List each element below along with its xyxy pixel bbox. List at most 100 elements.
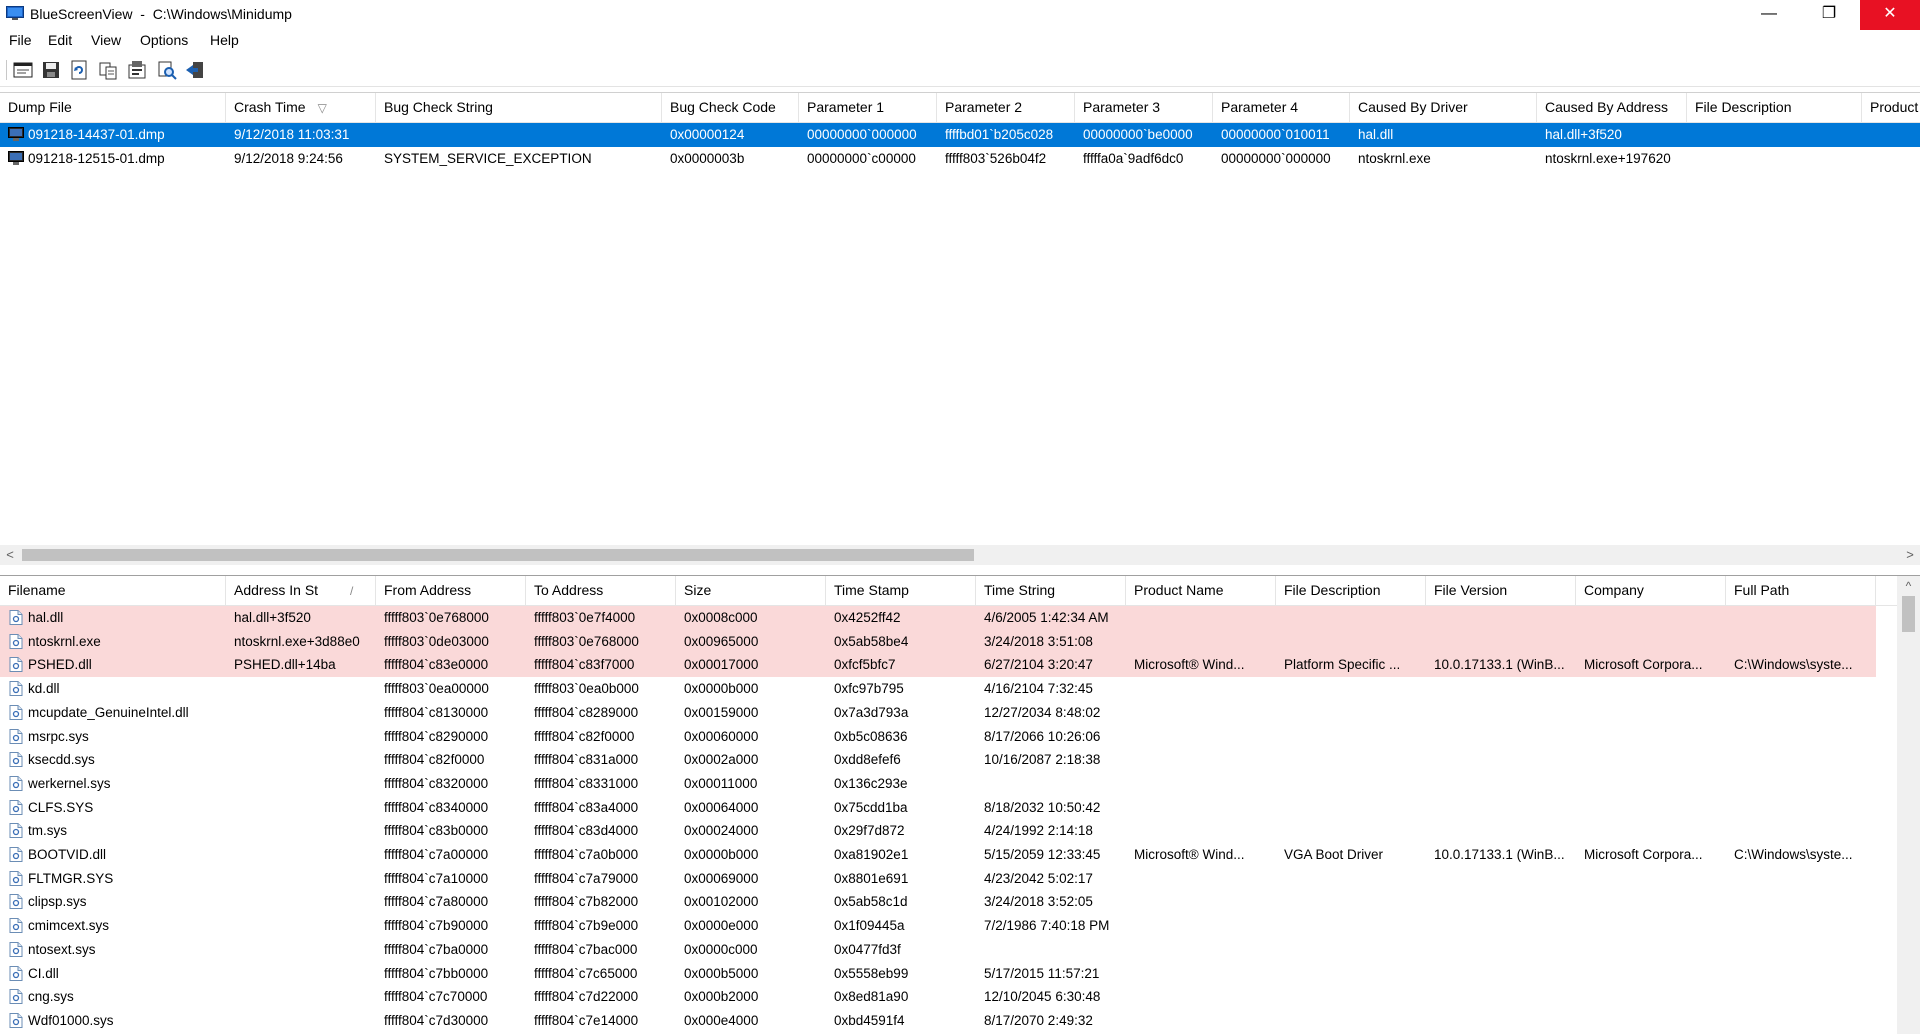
- copy-icon[interactable]: [97, 59, 119, 81]
- scrollbar-thumb[interactable]: [22, 549, 974, 561]
- col-size[interactable]: Size: [676, 576, 826, 605]
- cell-full-path: [1734, 914, 1876, 938]
- col-parameter-4[interactable]: Parameter 4: [1213, 93, 1350, 122]
- cell-full-path: [1734, 890, 1876, 914]
- scroll-up-icon[interactable]: ^: [1897, 576, 1920, 596]
- col-full-path[interactable]: Full Path: [1726, 576, 1876, 605]
- cell-size: 0x00069000: [684, 870, 759, 886]
- col-address-in-stack[interactable]: Address In St /: [226, 576, 376, 605]
- col-file-description[interactable]: File Description: [1687, 93, 1862, 122]
- driver-row[interactable]: ntoskrnl.exe ntoskrnl.exe+3d88e0 fffff803`…: [0, 629, 1920, 654]
- vertical-scrollbar[interactable]: ^: [1897, 576, 1920, 1034]
- save-icon[interactable]: [40, 59, 62, 81]
- close-button[interactable]: ✕: [1860, 0, 1920, 30]
- cell-time-string: 8/17/2066 10:26:06: [984, 728, 1101, 744]
- driver-row[interactable]: BOOTVID.dll fffff804`c7a00000 fffff804`c7a…: [0, 843, 1920, 867]
- driver-row[interactable]: clipsp.sys fffff804`c7a80000 fffff804`c7b8…: [0, 890, 1920, 914]
- cell-file-version: [1434, 772, 1576, 796]
- driver-row[interactable]: cng.sys fffff804`c7c70000 fffff804`c7d2200…: [0, 985, 1920, 1009]
- menu-bar: File Edit View Options Help: [0, 30, 1920, 52]
- col-caused-by-address[interactable]: Caused By Address: [1537, 93, 1687, 122]
- col-bug-check-string[interactable]: Bug Check String: [376, 93, 662, 122]
- driver-row[interactable]: mcupdate_GenuineIntel.dll fffff804`c81300…: [0, 701, 1920, 725]
- scroll-right-icon[interactable]: >: [1900, 545, 1920, 565]
- col-file-description[interactable]: File Description: [1276, 576, 1426, 605]
- horizontal-scrollbar[interactable]: < >: [0, 545, 1920, 565]
- col-bug-check-code[interactable]: Bug Check Code: [662, 93, 799, 122]
- column-label: Filename: [8, 582, 66, 598]
- col-time-string[interactable]: Time String: [976, 576, 1126, 605]
- cell-address-in-st: [234, 772, 376, 796]
- col-parameter-2[interactable]: Parameter 2: [937, 93, 1075, 122]
- driver-row[interactable]: hal.dll hal.dll+3f520 fffff803`0e768000 fff…: [0, 606, 1920, 630]
- cell-filename: clipsp.sys: [28, 894, 87, 910]
- driver-file-icon: [9, 894, 23, 910]
- driver-row[interactable]: ntosext.sys fffff804`c7ba0000 fffff804`c7b…: [0, 938, 1920, 962]
- cell-full-path: [1734, 677, 1876, 701]
- col-crash-time[interactable]: Crash Time ▽: [226, 93, 376, 122]
- scrollbar-thumb[interactable]: [1902, 596, 1915, 632]
- cell-time-string: 6/27/2104 3:20:47: [984, 657, 1093, 673]
- cell-from-address: fffff804`c8320000: [384, 775, 489, 791]
- crash-row[interactable]: 091218-14437-01.dmp 9/12/2018 11:03:31 0x0…: [0, 123, 1920, 147]
- col-dump-file[interactable]: Dump File: [0, 93, 226, 122]
- driver-row[interactable]: CI.dll fffff804`c7bb0000 fffff804`c7c65000…: [0, 962, 1920, 986]
- cell-to-address: fffff804`c7d22000: [534, 989, 639, 1005]
- cell-to-address: fffff804`c7b82000: [534, 894, 639, 910]
- restore-button[interactable]: ❐: [1800, 0, 1858, 30]
- cell-file-version: [1434, 962, 1576, 986]
- refresh-icon[interactable]: [68, 59, 90, 81]
- exit-icon[interactable]: [184, 59, 206, 81]
- driver-row[interactable]: FLTMGR.SYS fffff804`c7a10000 fffff804`c7a7…: [0, 867, 1920, 891]
- col-caused-by-driver[interactable]: Caused By Driver: [1350, 93, 1537, 122]
- cell-company: Microsoft Corpora...: [1584, 657, 1703, 673]
- minimize-button[interactable]: —: [1740, 0, 1798, 30]
- col-product[interactable]: Product: [1862, 93, 1920, 122]
- cell-file-version: [1434, 867, 1576, 891]
- driver-row[interactable]: werkernel.sys fffff804`c8320000 fffff804`c…: [0, 772, 1920, 796]
- column-label: File Description: [1284, 582, 1381, 598]
- scroll-left-icon[interactable]: <: [0, 545, 20, 565]
- crash-row[interactable]: 091218-12515-01.dmp 9/12/2018 9:24:56 SYST…: [0, 147, 1920, 171]
- cell-crash-time: 9/12/2018 11:03:31: [234, 127, 350, 142]
- cell-size: 0x0000b000: [684, 681, 759, 697]
- cell-filename: Wdf01000.sys: [28, 1012, 114, 1028]
- driver-row[interactable]: cmimcext.sys fffff804`c7b90000 fffff804`c7…: [0, 914, 1920, 938]
- menu-options[interactable]: Options: [140, 32, 188, 48]
- menu-file[interactable]: File: [9, 32, 32, 48]
- cell-address-in-st: ntoskrnl.exe+3d88e0: [234, 633, 360, 649]
- cell-to-address: fffff804`c83f7000: [534, 657, 635, 673]
- properties-icon[interactable]: [126, 59, 148, 81]
- col-product-name[interactable]: Product Name: [1126, 576, 1276, 605]
- col-filename[interactable]: Filename: [0, 576, 226, 605]
- cell-file-description: [1284, 796, 1426, 820]
- cell-crash-time: 9/12/2018 9:24:56: [234, 151, 343, 166]
- driver-row[interactable]: Wdf01000.sys fffff804`c7d30000 fffff804`c7…: [0, 1009, 1920, 1033]
- driver-row[interactable]: ksecdd.sys fffff804`c82f0000 fffff804`c831…: [0, 748, 1920, 772]
- driver-row[interactable]: kd.dll fffff803`0ea00000 fffff803`0ea0b000…: [0, 677, 1920, 701]
- driver-file-icon: [9, 823, 23, 839]
- col-company[interactable]: Company: [1576, 576, 1726, 605]
- col-parameter-1[interactable]: Parameter 1: [799, 93, 937, 122]
- menu-edit[interactable]: Edit: [48, 32, 72, 48]
- driver-row[interactable]: tm.sys fffff804`c83b0000 fffff804`c83d4000…: [0, 819, 1920, 843]
- driver-row[interactable]: PSHED.dll PSHED.dll+14ba fffff804`c83e0000…: [0, 653, 1920, 678]
- cell-time-string: [984, 772, 1126, 796]
- cell-address-in-st: [234, 843, 376, 867]
- cell-time-stamp: 0xb5c08636: [834, 728, 908, 744]
- menu-view[interactable]: View: [91, 32, 121, 48]
- find-icon[interactable]: [156, 59, 178, 81]
- driver-row[interactable]: CLFS.SYS fffff804`c8340000 fffff804`c83a40…: [0, 796, 1920, 820]
- col-time-stamp[interactable]: Time Stamp: [826, 576, 976, 605]
- title-bar: BlueScreenView - C:\Windows\Minidump — ❐…: [0, 0, 1920, 30]
- col-to-address[interactable]: To Address: [526, 576, 676, 605]
- cell-from-address: fffff803`0de03000: [384, 633, 489, 649]
- html-report-icon[interactable]: [12, 59, 34, 81]
- menu-help[interactable]: Help: [210, 32, 239, 48]
- col-file-version[interactable]: File Version: [1426, 576, 1576, 605]
- crash-list-pane: Dump File Crash Time ▽ Bug Check String B…: [0, 92, 1920, 570]
- driver-row[interactable]: msrpc.sys fffff804`c8290000 fffff804`c82f0…: [0, 725, 1920, 749]
- col-from-address[interactable]: From Address: [376, 576, 526, 605]
- col-parameter-3[interactable]: Parameter 3: [1075, 93, 1213, 122]
- cell-full-path: [1734, 796, 1876, 820]
